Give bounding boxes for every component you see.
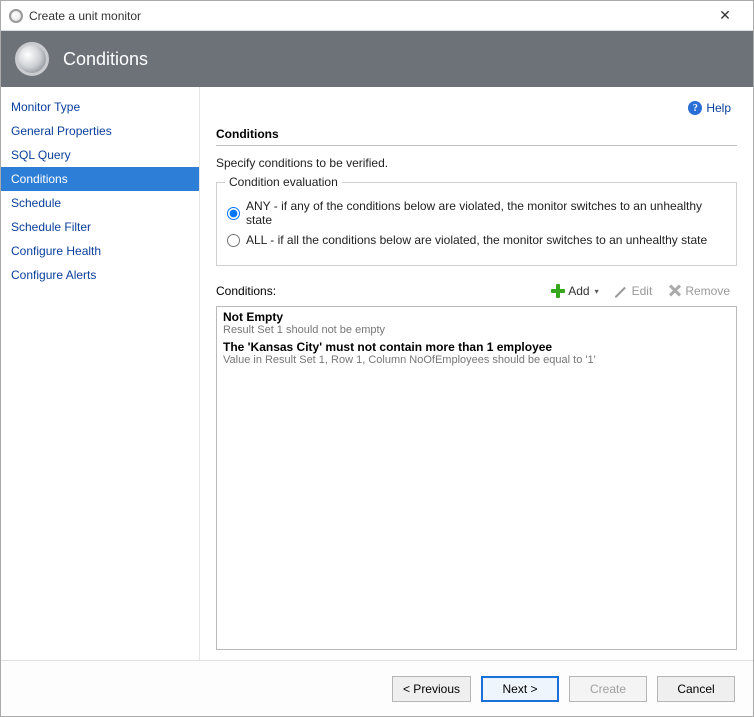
sidebar-item-label: Schedule (11, 196, 61, 210)
sidebar-item-label: Monitor Type (11, 100, 80, 114)
radio-all-label: ALL - if all the conditions below are vi… (246, 233, 707, 247)
sidebar-item-schedule-filter[interactable]: Schedule Filter (1, 215, 199, 239)
close-button[interactable]: ✕ (705, 4, 745, 28)
condition-item[interactable]: The 'Kansas City' must not contain more … (223, 340, 730, 366)
remove-icon (668, 284, 682, 298)
sidebar-item-configure-alerts[interactable]: Configure Alerts (1, 263, 199, 287)
add-label: Add (568, 284, 589, 298)
cancel-button[interactable]: Cancel (657, 676, 735, 702)
sidebar-item-monitor-type[interactable]: Monitor Type (1, 95, 199, 119)
condition-item[interactable]: Not Empty Result Set 1 should not be emp… (223, 310, 730, 336)
sidebar-item-label: Configure Alerts (11, 268, 96, 282)
header-title: Conditions (63, 49, 148, 70)
conditions-list[interactable]: Not Empty Result Set 1 should not be emp… (216, 306, 737, 650)
condition-evaluation-fieldset: Condition evaluation ANY - if any of the… (216, 182, 737, 266)
sidebar-item-configure-health[interactable]: Configure Health (1, 239, 199, 263)
sidebar-item-label: Configure Health (11, 244, 101, 258)
window-title: Create a unit monitor (29, 9, 705, 23)
header-band: Conditions (1, 31, 753, 87)
main-panel: ? Help Conditions Specify conditions to … (200, 87, 753, 660)
sidebar-item-label: Schedule Filter (11, 220, 91, 234)
condition-desc: Result Set 1 should not be empty (223, 324, 730, 336)
radio-all-row[interactable]: ALL - if all the conditions below are vi… (227, 233, 726, 247)
conditions-toolbar: Conditions: Add ▾ Edit Remove (216, 280, 737, 302)
condition-title: The 'Kansas City' must not contain more … (223, 340, 730, 354)
header-icon (15, 42, 49, 76)
sidebar-item-conditions[interactable]: Conditions (1, 167, 199, 191)
radio-any-label: ANY - if any of the conditions below are… (246, 199, 726, 227)
edit-button: Edit (608, 280, 660, 302)
fieldset-legend: Condition evaluation (225, 175, 342, 189)
sidebar-item-label: General Properties (11, 124, 112, 138)
add-icon (551, 284, 565, 298)
section-subtitle: Specify conditions to be verified. (216, 156, 737, 170)
radio-all[interactable] (227, 234, 240, 247)
remove-label: Remove (685, 284, 730, 298)
radio-any-row[interactable]: ANY - if any of the conditions below are… (227, 199, 726, 227)
edit-icon (615, 284, 629, 298)
titlebar: Create a unit monitor ✕ (1, 1, 753, 31)
sidebar-item-label: SQL Query (11, 148, 71, 162)
sidebar-item-general-properties[interactable]: General Properties (1, 119, 199, 143)
next-button[interactable]: Next > (481, 676, 559, 702)
sidebar-item-schedule[interactable]: Schedule (1, 191, 199, 215)
remove-button: Remove (661, 280, 737, 302)
dropdown-caret-icon: ▾ (595, 287, 599, 296)
footer: < Previous Next > Create Cancel (1, 660, 753, 716)
conditions-label: Conditions: (216, 284, 542, 298)
help-icon: ? (688, 101, 702, 115)
create-button: Create (569, 676, 647, 702)
radio-any[interactable] (227, 207, 240, 220)
app-icon (9, 9, 23, 23)
sidebar: Monitor Type General Properties SQL Quer… (1, 87, 200, 660)
section-title: Conditions (216, 127, 737, 146)
add-button[interactable]: Add ▾ (544, 280, 605, 302)
edit-label: Edit (632, 284, 653, 298)
help-label: Help (706, 101, 731, 115)
help-link[interactable]: ? Help (688, 101, 731, 115)
sidebar-item-sql-query[interactable]: SQL Query (1, 143, 199, 167)
sidebar-item-label: Conditions (11, 172, 68, 186)
previous-button[interactable]: < Previous (392, 676, 471, 702)
condition-desc: Value in Result Set 1, Row 1, Column NoO… (223, 354, 730, 366)
condition-title: Not Empty (223, 310, 730, 324)
